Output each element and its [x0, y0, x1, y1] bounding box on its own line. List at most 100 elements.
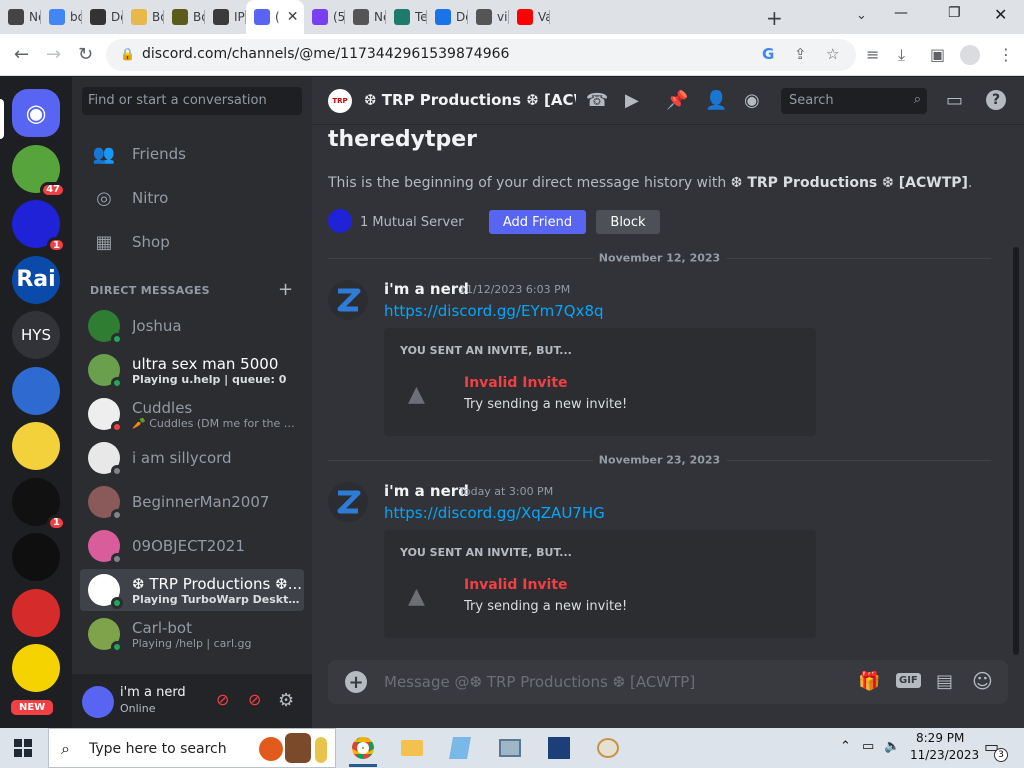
mutual-servers[interactable]: 1 Mutual Server [360, 215, 464, 230]
close-window-icon[interactable]: ✕ [994, 5, 1007, 24]
message-author[interactable]: i'm a nerd [384, 482, 469, 500]
server-rai-icon[interactable]: Rai [12, 255, 60, 304]
browser-tab[interactable]: Ne [345, 0, 386, 34]
sticker-icon[interactable]: ▤ [936, 671, 953, 692]
bookmark-star-icon[interactable]: ☆ [826, 45, 839, 63]
emoji-icon[interactable]: ☺ [972, 669, 993, 693]
browser-tab[interactable]: (59 [304, 0, 345, 34]
avatar[interactable] [82, 686, 114, 718]
share-icon[interactable]: ⇪ [794, 45, 807, 63]
paint-taskbar-icon[interactable] [588, 732, 628, 764]
reload-icon[interactable]: ↻ [78, 44, 93, 65]
back-icon[interactable]: ← [14, 44, 29, 65]
photos-taskbar-icon[interactable] [490, 732, 530, 764]
header-search-input[interactable]: Search ⌕ [781, 88, 927, 114]
add-friend-button[interactable]: Add Friend [489, 210, 586, 234]
avatar[interactable] [328, 482, 368, 522]
invite-link[interactable]: https://discord.gg/EYm7Qx8q [384, 302, 604, 320]
dm-item[interactable]: Joshua [80, 305, 304, 347]
dm-item[interactable]: Cuddles 🥕 Cuddles (DM me for the w... [80, 393, 304, 435]
chat-scrollbar[interactable] [1013, 247, 1019, 655]
server-hexagon-icon[interactable]: 1 [12, 477, 66, 531]
side-panel-icon[interactable]: ▣ [930, 45, 945, 64]
browser-tab[interactable]: Bo [164, 0, 205, 34]
restore-icon[interactable]: ❐ [948, 5, 961, 21]
browser-tab[interactable]: Do [427, 0, 468, 34]
clock-date[interactable]: 11/23/2023 [910, 748, 979, 762]
url-text[interactable]: discord.com/channels/@me/117344296153987… [142, 46, 509, 62]
dm-item[interactable]: BeginnerMan2007 [80, 481, 304, 523]
dm-item[interactable]: i am sillycord [80, 437, 304, 479]
deafen-icon[interactable]: ⊘ [248, 690, 261, 709]
browser-tab[interactable]: Var [509, 0, 550, 34]
gif-button[interactable]: GIF [896, 673, 921, 688]
inbox-icon[interactable]: ▭ [946, 90, 963, 111]
notepad-taskbar-icon[interactable] [440, 732, 480, 764]
message-input[interactable] [384, 670, 784, 694]
dm-search-input[interactable]: Find or start a conversation [82, 87, 302, 115]
browser-tab[interactable]: vie [468, 0, 509, 34]
lock-icon[interactable]: 🔒 [120, 47, 135, 61]
server-question-icon[interactable] [12, 533, 60, 581]
dm-item[interactable]: 09OBJECT2021 [80, 525, 304, 567]
app-taskbar-icon[interactable] [539, 732, 579, 764]
nav-shop[interactable]: ▦ Shop [80, 222, 304, 262]
server-k-icon[interactable] [12, 588, 60, 637]
server-blue-icon[interactable]: 1 [12, 200, 66, 253]
browser-tab[interactable]: IPC [205, 0, 246, 34]
browser-tab[interactable]: Bo [123, 0, 164, 34]
mute-icon[interactable]: ⊘ [216, 690, 229, 709]
mutual-server-icon[interactable] [328, 209, 352, 233]
user-profile-icon[interactable]: ◉ [744, 90, 760, 111]
server-cartoon-icon[interactable] [12, 422, 60, 470]
dm-item[interactable]: Carl-bot Playing /help | carl.gg [80, 613, 304, 655]
show-hidden-icons[interactable]: ⌃ [840, 739, 851, 754]
username[interactable]: i'm a nerd [120, 685, 186, 700]
tab-search-icon[interactable]: ⌄ [856, 8, 867, 23]
windows-start-icon[interactable] [14, 739, 32, 757]
server-green-icon[interactable]: 47 [12, 144, 66, 198]
message-author[interactable]: i'm a nerd [384, 280, 469, 298]
google-lens-icon[interactable]: G [762, 45, 774, 63]
reading-list-icon[interactable]: ≡ [866, 45, 879, 64]
gift-icon[interactable]: 🎁 [858, 671, 880, 692]
dm-item[interactable]: ultra sex man 5000 Playing u.help | queue… [80, 349, 304, 391]
server-roblox-icon[interactable] [12, 644, 60, 692]
minimize-icon[interactable]: — [894, 5, 908, 21]
browser-tab[interactable]: (✕ [246, 0, 304, 34]
block-button[interactable]: Block [596, 210, 660, 234]
downloads-icon[interactable]: ⤓ [898, 45, 905, 65]
address-bar[interactable]: 🔒 discord.com/channels/@me/1173442961539… [106, 39, 856, 71]
clock-time[interactable]: 8:29 PM [916, 731, 964, 745]
forward-icon[interactable]: → [46, 44, 61, 65]
dm-item[interactable]: ❆ TRP Productions ❆... Playing TurboWarp … [80, 569, 304, 611]
discord-home-icon[interactable]: ◉ [12, 89, 60, 137]
chrome-taskbar-icon[interactable] [343, 732, 383, 767]
create-dm-icon[interactable]: + [278, 279, 293, 300]
invite-link[interactable]: https://discord.gg/XqZAU7HG [384, 504, 605, 522]
browser-menu-icon[interactable]: ⋮ [998, 45, 1014, 64]
server-windows-icon[interactable] [12, 366, 60, 415]
nav-friends[interactable]: 👥 Friends [80, 134, 304, 174]
video-call-icon[interactable]: ▶ [625, 90, 639, 111]
volume-muted-icon[interactable]: 🔈 [884, 739, 900, 754]
browser-tab[interactable]: Do [82, 0, 123, 34]
voice-call-icon[interactable]: ☎ [586, 90, 608, 111]
file-explorer-taskbar-icon[interactable] [392, 732, 432, 764]
help-icon[interactable]: ? [986, 90, 1006, 110]
profile-avatar[interactable] [960, 45, 980, 65]
pinned-messages-icon[interactable]: 📌 [666, 90, 688, 111]
user-settings-gear-icon[interactable]: ⚙ [278, 690, 294, 711]
nav-nitro[interactable]: ◎ Nitro [80, 178, 304, 218]
browser-tab[interactable]: Ne [0, 0, 41, 34]
browser-tab[interactable]: bo [41, 0, 82, 34]
server-hys-icon[interactable]: HYS [12, 311, 60, 359]
taskbar-search-box[interactable]: ⌕ Type here to search [48, 728, 336, 768]
browser-tab[interactable]: Ter [386, 0, 427, 34]
attach-plus-icon[interactable]: + [345, 671, 367, 693]
avatar[interactable] [328, 280, 368, 320]
add-friends-to-dm-icon[interactable]: 👤 [705, 90, 727, 111]
new-tab-button[interactable]: + [766, 6, 783, 30]
network-icon[interactable]: ▭ [862, 739, 874, 754]
close-tab-icon[interactable]: ✕ [287, 9, 299, 25]
